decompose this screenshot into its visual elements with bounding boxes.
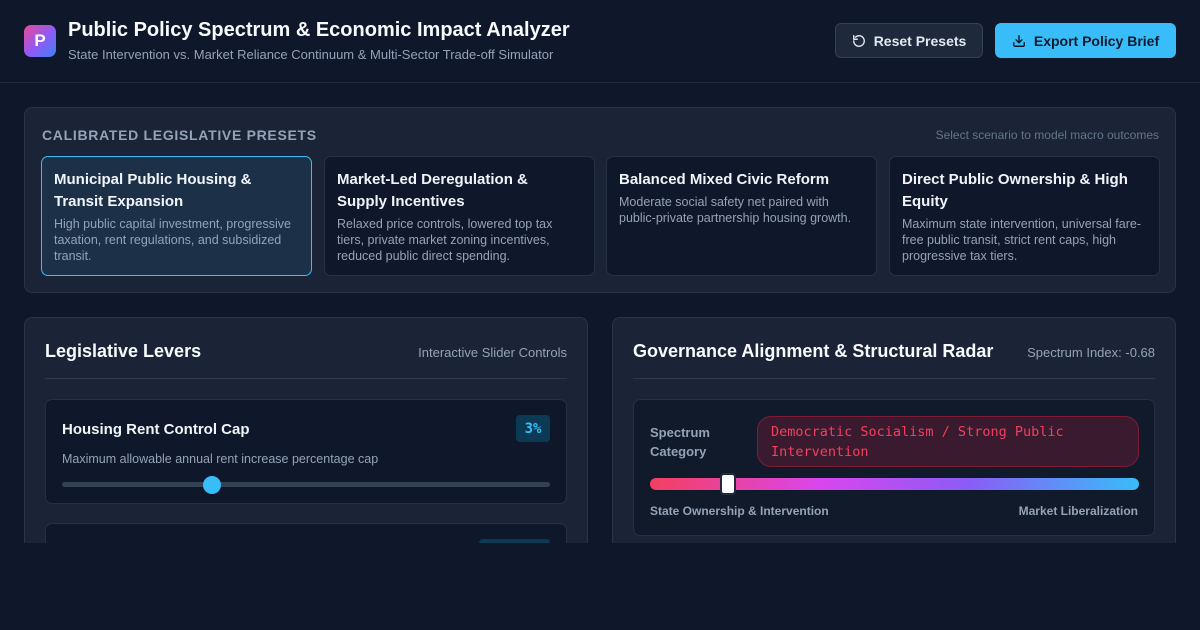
lever-title: Housing Rent Control Cap xyxy=(62,421,250,438)
legislative-levers-card: Legislative Levers Interactive Slider Co… xyxy=(24,317,588,557)
download-icon xyxy=(1012,34,1026,48)
spectrum-box: Spectrum Category Democratic Socialism /… xyxy=(633,399,1155,536)
presets-panel: CALIBRATED LEGISLATIVE PRESETS Select sc… xyxy=(24,107,1176,293)
export-policy-brief-label: Export Policy Brief xyxy=(1033,32,1160,49)
lever-value-badge: 3% xyxy=(516,415,550,442)
spectrum-right-label: Market Liberalization xyxy=(1018,504,1138,518)
preset-description: Maximum state intervention, universal fa… xyxy=(902,217,1141,263)
app-title: Public Policy Spectrum & Economic Impact… xyxy=(68,19,570,41)
spectrum-category-badge: Democratic Socialism / Strong Public Int… xyxy=(757,416,1139,467)
preset-card-public-ownership[interactable]: Direct Public Ownership & High Equity Ma… xyxy=(889,156,1160,276)
lever-rent-control: Housing Rent Control Cap 3% Maximum allo… xyxy=(45,399,567,504)
preset-description: Moderate social safety net paired with p… xyxy=(619,195,852,225)
presets-hint: Select scenario to model macro outcomes xyxy=(935,128,1159,142)
reset-presets-button[interactable]: Reset Presets xyxy=(835,23,983,58)
spectrum-bar xyxy=(650,473,1139,495)
governance-title: Governance Alignment & Structural Radar xyxy=(633,341,994,361)
lever-description: Maximum allowable annual rent increase p… xyxy=(62,452,379,466)
refresh-icon xyxy=(852,34,866,48)
preset-title: Direct Public Ownership & High Equity xyxy=(902,171,1128,210)
app-header: P Public Policy Spectrum & Economic Impa… xyxy=(0,0,1200,83)
preset-card-market-deregulation[interactable]: Market-Led Deregulation & Supply Incenti… xyxy=(324,156,595,276)
rent-control-slider[interactable] xyxy=(62,476,550,494)
export-policy-brief-button[interactable]: Export Policy Brief xyxy=(995,23,1176,58)
divider xyxy=(45,378,567,379)
spectrum-marker xyxy=(720,473,737,495)
spectrum-index: Spectrum Index: -0.68 xyxy=(1027,345,1155,360)
slider-thumb[interactable] xyxy=(202,476,221,494)
app-logo: P xyxy=(24,25,56,57)
preset-card-balanced-reform[interactable]: Balanced Mixed Civic Reform Moderate soc… xyxy=(606,156,877,276)
preset-description: Relaxed price controls, lowered top tax … xyxy=(337,217,553,263)
preset-title: Municipal Public Housing & Transit Expan… xyxy=(54,171,252,210)
app-subtitle: State Intervention vs. Market Reliance C… xyxy=(68,47,554,62)
levers-title: Legislative Levers xyxy=(45,341,202,361)
presets-heading: CALIBRATED LEGISLATIVE PRESETS xyxy=(42,127,317,143)
preset-description: High public capital investment, progress… xyxy=(54,217,291,263)
reset-presets-label: Reset Presets xyxy=(873,32,967,49)
spectrum-category-label: Spectrum Category xyxy=(650,425,710,459)
preset-card-municipal-housing[interactable]: Municipal Public Housing & Transit Expan… xyxy=(41,156,312,276)
preset-title: Balanced Mixed Civic Reform xyxy=(619,171,830,188)
governance-card: Governance Alignment & Structural Radar … xyxy=(612,317,1176,557)
page-bottom xyxy=(0,543,1200,630)
divider xyxy=(633,378,1155,379)
spectrum-left-label: State Ownership & Intervention xyxy=(650,504,829,518)
preset-title: Market-Led Deregulation & Supply Incenti… xyxy=(337,171,528,210)
levers-meta: Interactive Slider Controls xyxy=(418,345,567,360)
